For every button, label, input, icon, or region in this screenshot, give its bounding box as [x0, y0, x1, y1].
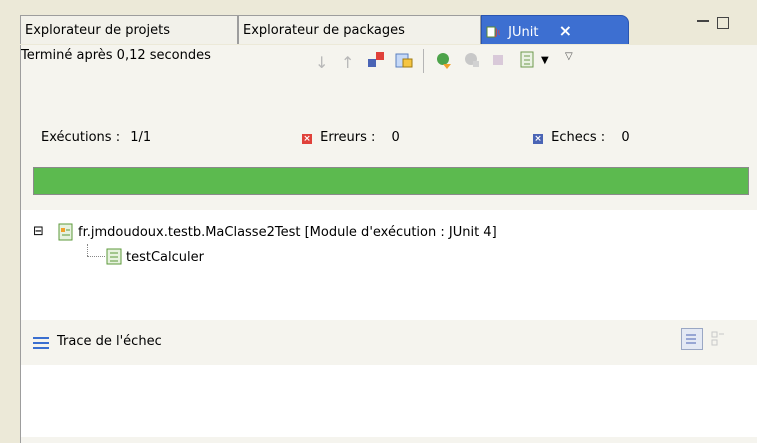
- tab-project-explorer[interactable]: Explorateur de projets: [20, 15, 238, 44]
- filter-stack-trace-icon[interactable]: [681, 328, 703, 350]
- junit-toolbar: Terminé après 0,12 secondes ↓ ↑ ▼ ▽: [20, 45, 757, 95]
- junit-icon: Ju: [486, 20, 503, 38]
- test-suite-icon: [58, 223, 74, 245]
- test-run-history-icon[interactable]: [519, 51, 535, 68]
- failures-counter: × Echecs : 0: [533, 130, 630, 145]
- error-icon: ×: [302, 134, 312, 144]
- stack-trace-icon: [33, 336, 49, 354]
- minimize-icon[interactable]: [697, 20, 709, 22]
- test-method-icon: [106, 248, 124, 270]
- compare-result-icon[interactable]: [711, 330, 725, 348]
- tab-label: Explorateur de projets: [25, 23, 170, 38]
- previous-failure-icon[interactable]: ↑: [341, 53, 357, 72]
- rerun-failed-first-icon[interactable]: [463, 51, 479, 67]
- failures-label: Echecs :: [551, 130, 606, 145]
- tab-label: Explorateur de packages: [243, 23, 405, 38]
- failure-icon: ×: [533, 134, 543, 144]
- errors-value: 0: [391, 130, 400, 145]
- errors-label: Erreurs :: [320, 130, 376, 145]
- junit-panel: Exécutions : 1/1 × Erreurs : 0 × Echecs …: [20, 95, 757, 443]
- trace-title: Trace de l'échec: [57, 334, 162, 349]
- progress-fill: [34, 168, 748, 194]
- progress-bar: [33, 167, 749, 195]
- runs-value: 1/1: [130, 130, 152, 145]
- test-method-node[interactable]: testCalculer: [126, 250, 204, 265]
- errors-counter: × Erreurs : 0: [302, 130, 400, 145]
- trace-header: Trace de l'échec: [21, 320, 757, 365]
- scroll-lock-icon[interactable]: [395, 51, 413, 68]
- toolbar-separator: [423, 49, 424, 73]
- history-dropdown-icon[interactable]: ▼: [541, 55, 557, 71]
- runs-label: Exécutions :: [41, 130, 121, 145]
- failures-value: 0: [621, 130, 630, 145]
- close-icon[interactable]: ×: [559, 21, 572, 40]
- view-menu-icon[interactable]: ▽: [565, 51, 581, 67]
- status-text: Terminé après 0,12 secondes: [21, 48, 211, 63]
- trace-body: [21, 365, 757, 437]
- tab-label: JUnit: [508, 25, 539, 40]
- runs-counter: Exécutions : 1/1: [41, 130, 151, 145]
- tree-connector: [87, 256, 105, 258]
- tree-connector: [87, 244, 89, 256]
- tab-package-explorer[interactable]: Explorateur de packages: [238, 15, 481, 44]
- tab-junit[interactable]: Ju JUnit ×: [481, 15, 629, 44]
- svg-text:Ju: Ju: [494, 28, 500, 38]
- next-failure-icon[interactable]: ↓: [315, 53, 331, 72]
- tree-expander-icon[interactable]: ⊟: [33, 225, 44, 239]
- test-suite-node[interactable]: fr.jmdoudoux.testb.MaClasse2Test [Module…: [78, 225, 497, 240]
- maximize-icon[interactable]: [717, 17, 729, 29]
- stop-icon[interactable]: [491, 53, 507, 69]
- show-failures-only-icon[interactable]: [367, 51, 384, 67]
- rerun-test-icon[interactable]: [435, 51, 451, 69]
- test-tree: ⊟ fr.jmdoudoux.testb.MaClasse2Test [Modu…: [21, 210, 757, 320]
- view-tab-bar: Explorateur de projets Explorateur de pa…: [20, 15, 757, 45]
